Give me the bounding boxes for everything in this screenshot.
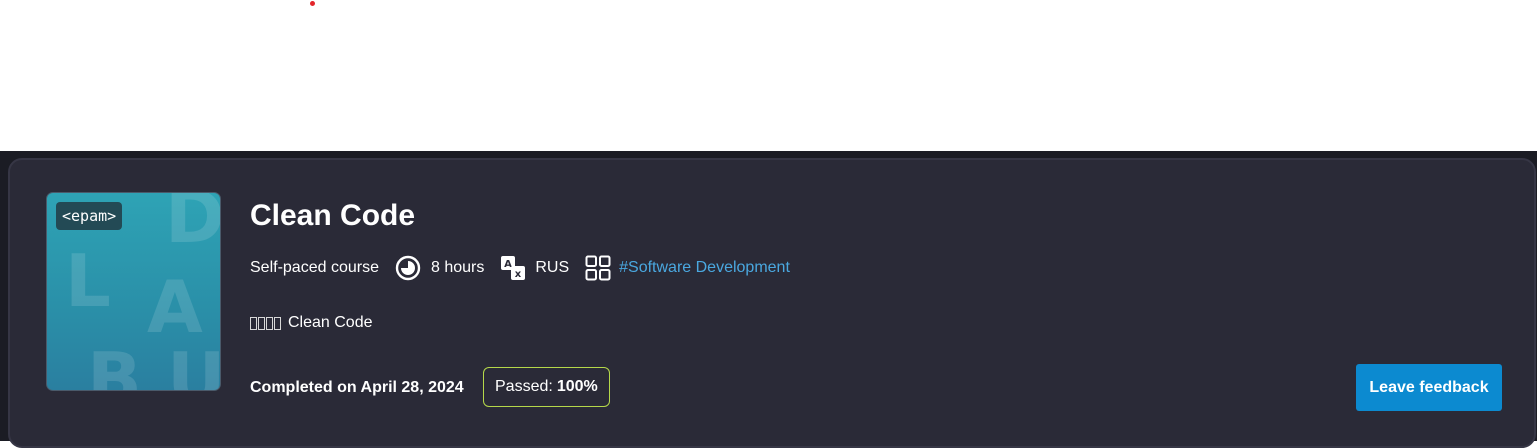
course-meta-row: Self-paced course 8 hours A x RUS #Softw… [250,252,790,284]
category-item: #Software Development [585,255,790,281]
course-title[interactable]: Clean Code [250,198,415,234]
leave-feedback-button[interactable]: Leave feedback [1356,364,1502,411]
passed-badge: Passed: 100% [483,367,610,407]
course-description: Clean Code [250,314,373,332]
grid-icon [585,255,611,281]
page-top-area [0,0,1537,151]
language-item: A x RUS [500,255,569,281]
svg-text:A: A [504,259,512,270]
course-thumbnail[interactable]: D L A B U <epam> [46,192,221,391]
passed-label: Passed: [495,378,553,395]
duration-item: 8 hours [395,255,484,281]
duration-label: 8 hours [430,259,485,276]
epam-logo: <epam> [56,202,123,230]
missing-glyph-boxes [250,316,281,330]
category-tag-link[interactable]: #Software Development [619,259,790,277]
course-type: Self-paced course [250,259,379,276]
completion-date: Completed on April 28, 2024 [250,379,464,396]
notification-dot [310,1,315,6]
clock-icon [395,255,421,281]
svg-text:x: x [515,269,522,280]
description-text: Clean Code [288,314,373,331]
language-label: RUS [535,259,570,276]
translate-icon: A x [500,255,526,281]
course-card: D L A B U <epam> Clean Code Self-paced c… [8,158,1536,448]
passed-score: 100% [556,378,598,395]
